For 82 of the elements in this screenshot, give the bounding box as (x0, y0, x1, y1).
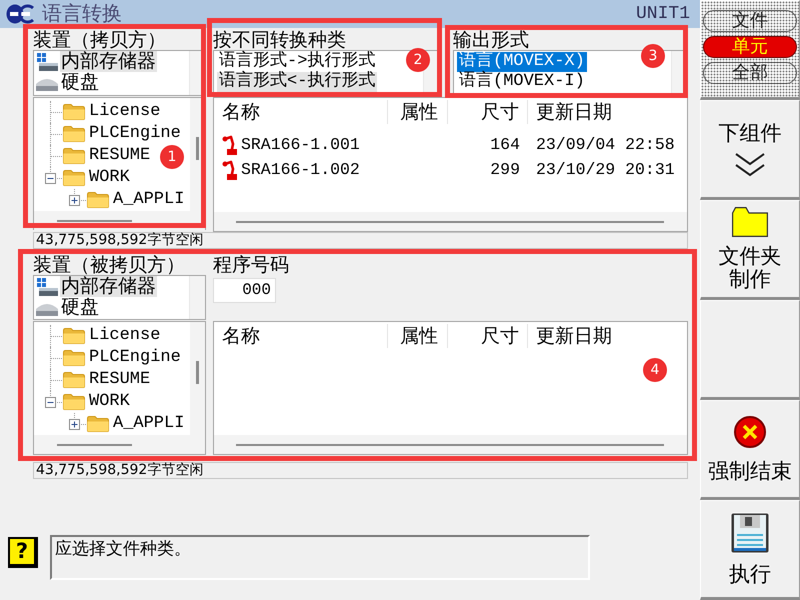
window-title: 语言转换 (42, 2, 122, 24)
column-header[interactable]: 尺寸 (448, 324, 528, 348)
file-date: 23/10/29 20:31 (535, 159, 676, 181)
folder-icon (63, 350, 85, 366)
floppy-disk-icon (731, 512, 769, 552)
program-number-field[interactable]: 000 (213, 278, 276, 303)
folder-icon (63, 372, 85, 388)
double-chevron-down-icon (735, 152, 765, 176)
expand-toggle[interactable] (69, 419, 80, 430)
scrollbar-thumb[interactable] (236, 444, 664, 446)
list-option[interactable]: 语言(MOVEX-I) (457, 72, 587, 92)
drive-icon (36, 304, 58, 316)
column-header[interactable]: 属性 (388, 100, 448, 124)
column-header[interactable]: 更新日期 (528, 100, 687, 124)
logo-icon (6, 4, 34, 24)
help-icon: ? (8, 537, 38, 568)
folder-icon (63, 394, 85, 410)
scrollbar-thumb[interactable] (196, 137, 199, 160)
scrollbar-thumb[interactable] (57, 220, 132, 222)
folder-name[interactable]: PLCEngine (89, 347, 181, 369)
folder-icon (63, 104, 85, 120)
column-header[interactable]: 名称 (214, 100, 388, 124)
column-header[interactable]: 名称 (214, 324, 388, 348)
folder-icon (63, 148, 85, 164)
device-item[interactable]: 硬盘 (60, 72, 100, 93)
list-option[interactable]: 语言形式<-执行形式 (217, 72, 378, 92)
folder-name[interactable]: PLCEngine (89, 123, 181, 145)
folder-name[interactable]: License (89, 325, 160, 347)
device-item[interactable]: 内部存储器 (60, 51, 157, 72)
callout-number: 3 (641, 44, 665, 68)
file-date: 23/09/04 22:58 (535, 134, 676, 156)
conversion-type-label: 按不同转换种类 (213, 30, 347, 50)
filter-option[interactable]: 全部 (703, 62, 797, 84)
folder-name[interactable]: A_APPLI (113, 189, 184, 211)
robot-arm-icon (222, 134, 240, 154)
folder-name[interactable]: RESUME (89, 369, 150, 391)
expand-toggle[interactable] (69, 195, 80, 206)
execute-button[interactable]: 执行 (700, 500, 800, 600)
folder-name[interactable]: A_APPLI (113, 413, 184, 435)
unit-label: UNIT1 (636, 4, 690, 24)
column-header[interactable]: 属性 (388, 324, 448, 348)
list-option[interactable]: 语言形式->执行形式 (217, 52, 378, 72)
folder-name[interactable]: WORK (89, 391, 130, 413)
filter-option[interactable]: 文件 (703, 10, 797, 32)
file-size: 299 (489, 159, 521, 181)
filter-option[interactable]: 单元 (703, 36, 797, 58)
free-space-status: 43,775,598,592字节空闲 (33, 462, 688, 479)
file-name[interactable]: SRA166-1.001 (241, 132, 360, 157)
device-item[interactable]: 内部存储器 (60, 276, 157, 297)
folder-name[interactable]: License (89, 101, 160, 123)
column-header[interactable]: 更新日期 (528, 324, 687, 348)
program-number-label: 程序号码 (213, 255, 290, 275)
file-size: 164 (489, 134, 521, 156)
folder-icon (732, 207, 768, 237)
new-folder-button[interactable]: 文件夹制作 (700, 200, 800, 300)
force-quit-button[interactable]: 强制结束 (700, 400, 800, 500)
source-device-label: 装置（拷贝方） (33, 30, 167, 50)
device-item[interactable]: 硬盘 (60, 297, 100, 318)
storage-icon (36, 52, 58, 70)
folder-name[interactable]: WORK (89, 167, 130, 189)
folder-name[interactable]: RESUME (89, 145, 150, 167)
target-device-label: 装置（被拷贝方） (33, 255, 186, 275)
free-space-status: 43,775,598,592字节空闲 (33, 232, 688, 249)
x-circle-icon (734, 416, 766, 448)
folder-icon (63, 328, 85, 344)
collapse-toggle[interactable] (45, 397, 56, 408)
column-header[interactable]: 尺寸 (448, 100, 528, 124)
folder-icon (87, 192, 109, 208)
output-format-label: 输出形式 (453, 30, 530, 50)
folder-icon (63, 126, 85, 142)
next-component-button[interactable]: 下组件 (700, 100, 800, 200)
file-name[interactable]: SRA166-1.002 (241, 157, 360, 182)
drive-icon (36, 79, 58, 91)
message-text: 应选择文件种类。 (50, 535, 590, 580)
scrollbar-thumb[interactable] (236, 220, 664, 222)
robot-arm-icon (222, 160, 240, 180)
folder-icon (87, 416, 109, 432)
folder-icon (63, 170, 85, 186)
collapse-toggle[interactable] (45, 173, 56, 184)
storage-icon (36, 278, 58, 296)
scrollbar-thumb[interactable] (57, 444, 132, 446)
scrollbar-thumb[interactable] (196, 361, 199, 384)
